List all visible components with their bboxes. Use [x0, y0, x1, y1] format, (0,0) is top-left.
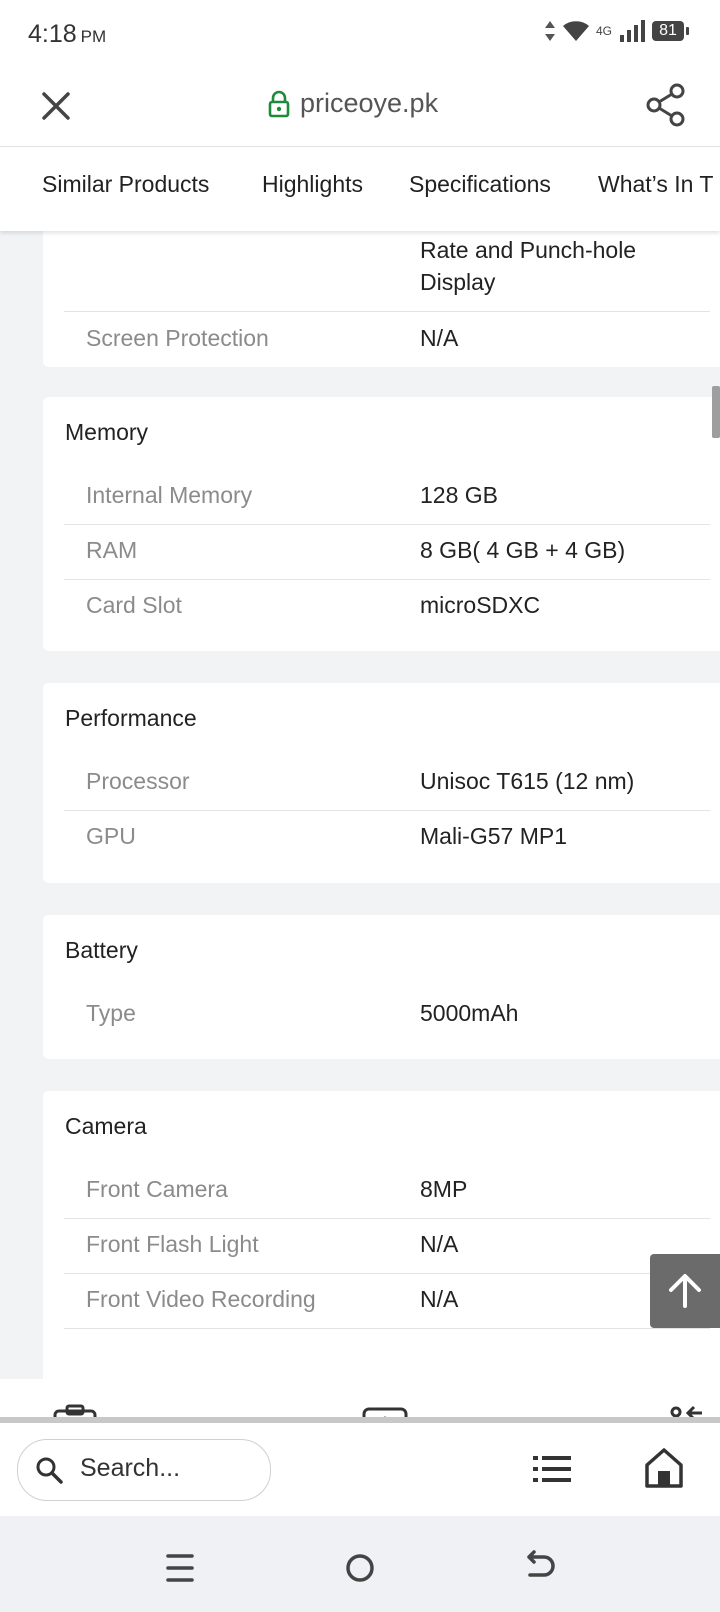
browser-url-bar: priceoye.pk: [0, 66, 720, 147]
browser-bottom-bar: Search...: [0, 1379, 720, 1516]
spec-label: RAM: [86, 537, 138, 563]
display-card: Rate and Punch-hole Display Screen Prote…: [43, 231, 720, 367]
spec-row: Type 5000mAh: [64, 987, 710, 1042]
signal-icon: [620, 20, 645, 42]
spec-row: GPU Mali-G57 MP1: [64, 810, 710, 865]
status-icons: 4G 81: [544, 20, 689, 42]
spec-value: 5000mAh: [420, 1000, 519, 1026]
status-time: 4:18 PM: [28, 20, 107, 48]
spec-row: Card Slot microSDXC: [64, 579, 710, 634]
section-tabs: Similar Products Highlights Specificatio…: [0, 147, 720, 231]
search-placeholder: Search...: [80, 1454, 181, 1482]
spec-row: Front Camera 8MP: [64, 1163, 710, 1219]
battery-indicator: 81: [652, 21, 689, 41]
spec-label: Internal Memory: [86, 482, 253, 508]
spec-value: N/A: [420, 1231, 459, 1257]
spec-label: GPU: [86, 823, 136, 849]
spec-value: microSDXC: [420, 592, 541, 618]
share-icon[interactable]: [644, 82, 688, 128]
close-icon[interactable]: [36, 86, 76, 126]
display-type-value-line-2: Display: [420, 269, 496, 295]
spec-label: Processor: [86, 768, 190, 794]
performance-card: Performance Processor Unisoc T615 (12 nm…: [43, 683, 720, 883]
recents-icon[interactable]: [160, 1548, 200, 1588]
spec-value: 128 GB: [420, 482, 498, 508]
spec-label: Card Slot: [86, 592, 182, 618]
spec-value: Unisoc T615 (12 nm): [420, 768, 635, 794]
spec-row: RAM 8 GB( 4 GB + 4 GB): [64, 524, 710, 580]
section-title: Camera: [65, 1113, 147, 1139]
spec-row: Screen Protection N/A: [64, 312, 710, 367]
url-display[interactable]: priceoye.pk: [268, 88, 438, 119]
tab-highlights[interactable]: Highlights: [262, 171, 363, 198]
search-input[interactable]: Search...: [17, 1439, 271, 1501]
page-progress-bar: [0, 1417, 720, 1423]
spec-label: Front Video Recording: [86, 1286, 316, 1312]
network-type: 4G: [595, 24, 612, 38]
spec-value: Mali-G57 MP1: [420, 823, 567, 849]
memory-card: Memory Internal Memory 128 GB RAM 8 GB( …: [43, 397, 720, 651]
data-arrows-icon: [544, 21, 555, 41]
circle-home-icon[interactable]: [340, 1548, 380, 1588]
tab-similar-products[interactable]: Similar Products: [42, 171, 209, 198]
display-type-value-line-1: Rate and Punch-hole: [420, 237, 637, 263]
spec-row: Processor Unisoc T615 (12 nm): [64, 755, 710, 811]
home-icon[interactable]: [644, 1447, 684, 1489]
system-nav-bar: [0, 1516, 720, 1612]
battery-card: Battery Type 5000mAh: [43, 915, 720, 1059]
back-to-top-button[interactable]: [650, 1254, 720, 1328]
status-bar: 4:18 PM 4G 81: [0, 0, 720, 66]
spec-label: Type: [86, 1000, 136, 1026]
section-title: Battery: [65, 937, 138, 963]
spec-row: Internal Memory 128 GB: [64, 469, 710, 525]
search-icon: [36, 1457, 63, 1484]
spec-content[interactable]: Rate and Punch-hole Display Screen Prote…: [0, 231, 720, 1379]
spec-label: Front Camera: [86, 1176, 228, 1202]
back-icon[interactable]: [520, 1548, 560, 1588]
list-icon[interactable]: [533, 1453, 571, 1485]
spec-row: Front Flash Light N/A: [64, 1218, 710, 1274]
url-text: priceoye.pk: [300, 88, 439, 118]
wifi-icon: [562, 21, 589, 41]
scrollbar-thumb[interactable]: [712, 386, 720, 438]
spec-value: N/A: [420, 1286, 459, 1312]
section-title: Performance: [65, 705, 197, 731]
tab-whats-in-the-box[interactable]: What’s In T: [598, 171, 713, 198]
spec-value: 8 GB( 4 GB + 4 GB): [420, 537, 626, 563]
camera-card: Camera Front Camera 8MP Front Flash Ligh…: [43, 1091, 720, 1379]
spec-value: 8MP: [420, 1176, 468, 1202]
spec-row: Front Video Recording N/A: [64, 1273, 710, 1329]
section-title: Memory: [65, 419, 149, 445]
spec-label: Screen Protection: [86, 325, 269, 351]
spec-value: N/A: [420, 325, 459, 351]
spec-label: Front Flash Light: [86, 1231, 259, 1257]
tab-specifications[interactable]: Specifications: [409, 171, 551, 198]
lock-icon: [268, 90, 290, 117]
arrow-up-icon: [669, 1274, 701, 1308]
